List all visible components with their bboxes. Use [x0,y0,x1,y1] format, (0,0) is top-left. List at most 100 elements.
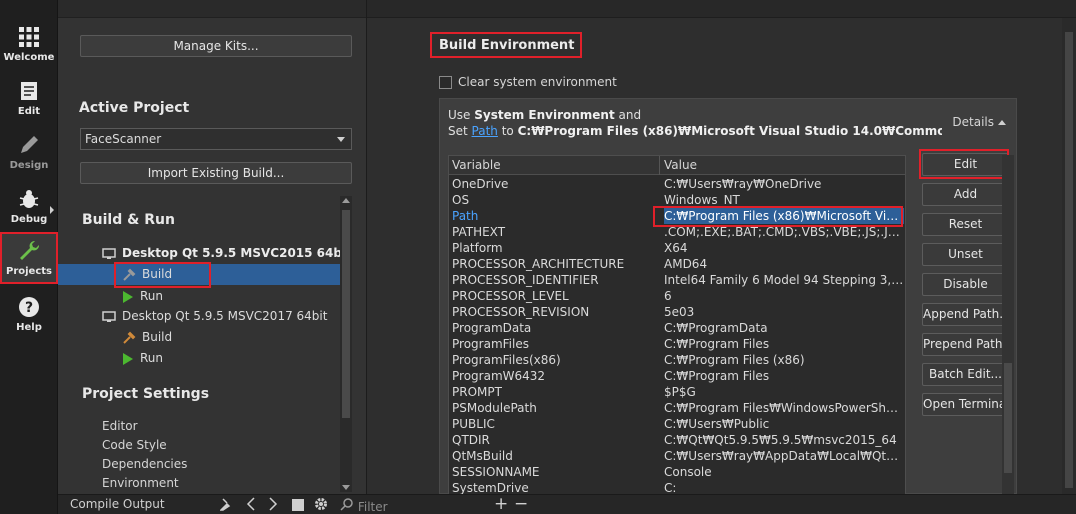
hammer-icon [123,331,136,344]
summary-line-1: Use System Environment and [448,107,942,123]
zoom-out-icon[interactable]: − [514,494,528,514]
settings-item-editor[interactable]: Editor [102,417,138,436]
table-row[interactable]: SystemDrive C: [449,480,905,494]
batch-edit-button[interactable]: Batch Edit... [922,363,1009,386]
project-navigation-panel: Manage Kits... Active Project FaceScanne… [58,0,366,494]
next-icon[interactable] [268,497,278,514]
gear-icon[interactable] [314,497,328,514]
project-settings-heading: Project Settings [82,386,210,402]
value-cell: C:₩Qt₩Qt5.9.5₩5.9.5₩msvc2015_64 [664,433,897,447]
table-row[interactable]: ProgramFiles(x86) C:₩Program Files (x86) [449,352,905,368]
settings-item-environment[interactable]: Environment [102,474,179,493]
scroll-down-icon[interactable] [342,485,350,490]
mode-label: Design [9,160,49,171]
chevron-down-icon [337,137,345,142]
column-separator[interactable] [659,156,660,175]
value-cell: 5e03 [664,305,695,319]
manage-kits-button[interactable]: Manage Kits... [80,35,352,57]
table-row[interactable]: ProgramW6432 C:₩Program Files [449,368,905,384]
settings-item-code-style[interactable]: Code Style [102,436,167,455]
zoom-in-icon[interactable]: + [494,494,508,514]
table-row[interactable]: Platform X64 [449,240,905,256]
kit-msvc2017-run[interactable]: Run [122,348,163,369]
table-row[interactable]: PROMPT $P$G [449,384,905,400]
column-header-value[interactable]: Value [664,158,697,172]
variable-cell: ProgramFiles [452,337,529,351]
filter-field[interactable]: Filter [340,497,388,514]
open-terminal-button[interactable]: Open Terminal [922,393,1009,416]
reset-button[interactable]: Reset [922,213,1009,236]
variable-cell: QTDIR [452,433,490,447]
environment-variables-table[interactable]: Variable Value OneDrive C:₩Users₩ray₩OneD… [448,155,906,495]
mode-projects[interactable]: Projects [0,232,58,284]
table-row[interactable]: ProgramFiles C:₩Program Files [449,336,905,352]
table-row[interactable]: OS Windows_NT [449,192,905,208]
compile-output-tab[interactable]: Compile Output [70,497,165,511]
nav-scrollbar[interactable] [340,196,352,492]
table-row[interactable]: PATHEXT .COM;.EXE;.BAT;.CMD;.VBS;.VBE;.JS… [449,224,905,240]
unset-button[interactable]: Unset [922,243,1009,266]
mode-debug[interactable]: Debug [0,186,58,236]
kit-msvc2015-run[interactable]: Run [122,286,163,307]
settings-item-dependencies[interactable]: Dependencies [102,455,187,474]
output-pane-bar: Compile Output Filter + − [58,494,1076,514]
summary-text: Use [448,108,475,122]
nav-scrollbar-thumb[interactable] [342,210,350,418]
table-row[interactable]: QtMsBuild C:₩Users₩ray₩AppData₩Local₩QtMs… [449,448,905,464]
kit-msvc2017-build[interactable]: Build [122,327,172,348]
mode-label: Edit [17,106,41,117]
table-row[interactable]: Path C:₩Program Files (x86)₩Microsoft Vis… [449,208,905,224]
table-row[interactable]: OneDrive C:₩Users₩ray₩OneDrive [449,176,905,192]
variable-cell: Platform [452,241,503,255]
edit-button[interactable]: Edit [922,153,1009,176]
clear-env-label: Clear system environment [458,75,617,89]
add-button[interactable]: Add [922,183,1009,206]
page-scrollbar-thumb[interactable] [1065,32,1073,488]
table-row[interactable]: ProgramData C:₩ProgramData [449,320,905,336]
value-cell: Console [664,465,712,479]
variable-cell: ProgramFiles(x86) [452,353,561,367]
table-row[interactable]: PROCESSOR_REVISION 5e03 [449,304,905,320]
table-scrollbar[interactable] [1002,155,1014,495]
pencil-icon [21,136,38,153]
kit-msvc2015[interactable]: Desktop Qt 5.9.5 MSVC2015 64bit [102,243,352,264]
kit-msvc2015-build[interactable]: Build [58,264,340,285]
table-row[interactable]: PROCESSOR_IDENTIFIER Intel64 Family 6 Mod… [449,272,905,288]
table-row[interactable]: SESSIONNAME Console [449,464,905,480]
project-selector[interactable]: FaceScanner [80,128,352,150]
kit-msvc2017[interactable]: Desktop Qt 5.9.5 MSVC2017 64bit [102,306,327,327]
clear-system-environment-checkbox[interactable]: Clear system environment [439,74,617,90]
prepend-path-button[interactable]: Prepend Path... [922,333,1009,356]
stop-icon[interactable] [292,499,304,514]
expand-arrow-icon [50,206,54,214]
checkbox-box[interactable] [439,76,452,89]
table-row[interactable]: PUBLIC C:₩Users₩Public [449,416,905,432]
mode-design[interactable]: Design [0,132,58,182]
details-toggle[interactable]: Details [952,115,1006,129]
main-top-strip [367,0,1076,18]
table-scrollbar-thumb[interactable] [1004,363,1012,473]
table-row[interactable]: QTDIR C:₩Qt₩Qt5.9.5₩5.9.5₩msvc2015_64 [449,432,905,448]
table-row[interactable]: PROCESSOR_ARCHITECTURE AMD64 [449,256,905,272]
append-path-button[interactable]: Append Path... [922,303,1009,326]
summary-bold: C:₩Program Files (x86)₩Microsoft Visual … [517,124,942,138]
import-existing-build-button[interactable]: Import Existing Build... [80,162,352,184]
value-cell: 6 [664,289,672,303]
column-header-variable[interactable]: Variable [452,158,501,172]
disable-button[interactable]: Disable [922,273,1009,296]
value-cell: C:₩Program Files [664,337,770,351]
clear-output-icon[interactable] [219,497,234,514]
previous-icon[interactable] [246,497,256,514]
mode-edit[interactable]: Edit [0,78,58,128]
variable-cell: PROCESSOR_ARCHITECTURE [452,257,625,271]
value-cell: C:₩ProgramData [664,321,768,335]
path-link[interactable]: Path [472,124,498,138]
build-run-heading: Build & Run [82,212,175,228]
chevron-up-icon [998,120,1006,125]
scroll-up-icon[interactable] [342,198,350,203]
table-row[interactable]: PSModulePath C:₩Program Files₩WindowsPowe… [449,400,905,416]
page-scrollbar[interactable] [1062,18,1076,494]
table-row[interactable]: PROCESSOR_LEVEL 6 [449,288,905,304]
mode-help[interactable]: ? Help [0,294,58,344]
mode-welcome[interactable]: Welcome [0,24,58,74]
